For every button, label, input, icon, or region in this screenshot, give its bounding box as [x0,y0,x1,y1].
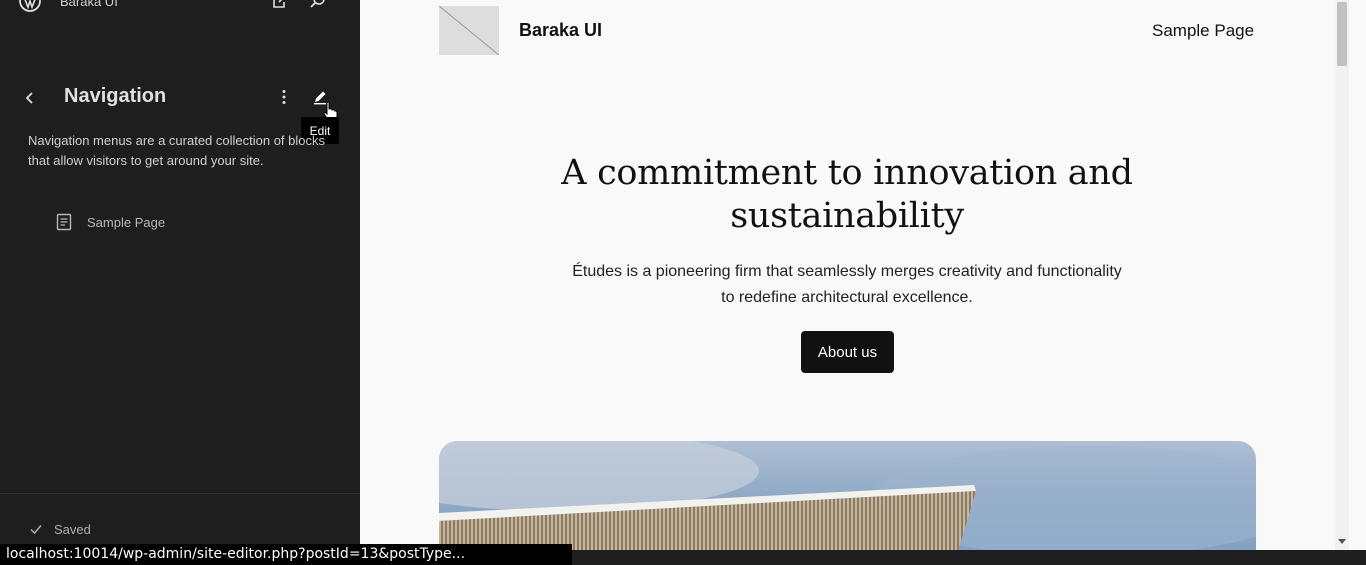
more-options-button[interactable] [272,85,296,109]
chevron-left-icon [25,92,33,104]
hero-text: Études is a pioneering firm that seamles… [572,263,1122,306]
canvas-margin [1349,0,1366,550]
sidebar-item-sample-page[interactable]: Sample Page [46,206,326,238]
save-status-label: Saved [54,521,91,537]
page-title: Navigation [64,85,167,107]
save-status: Saved [28,521,91,537]
sidebar-item-label: Sample Page [87,214,166,230]
site-title[interactable]: Baraka UI [519,20,602,41]
building-image [439,441,1256,550]
placeholder-icon [439,6,499,55]
scrollbar-thumb[interactable] [1337,2,1347,66]
site-editor: Baraka UI Navigation Edit Navigation men… [0,0,1366,565]
navigation-description: Navigation menus are a curated collectio… [28,133,325,168]
page-icon [56,213,72,231]
canvas-scrollbar[interactable] [1335,0,1349,550]
site-name: Baraka UI [60,0,118,9]
browser-status-bar: localhost:10014/wp-admin/site-editor.php… [0,544,572,565]
external-link-icon[interactable] [270,0,290,11]
menu-item-sample-page[interactable]: Sample Page [1152,21,1254,41]
hero-heading: A commitment to innovation and sustainab… [561,153,1133,236]
more-vertical-icon [282,90,286,104]
site-preview-canvas[interactable]: Baraka UI Sample Page A commitment to in… [360,0,1335,550]
navigation-sidebar: Baraka UI Navigation Edit Navigation men… [0,0,360,565]
hero-image [439,441,1256,550]
check-icon [30,525,42,535]
back-button[interactable] [18,86,42,110]
site-logo-placeholder[interactable] [439,6,499,55]
wordpress-logo-icon[interactable] [19,0,41,12]
scroll-down-arrow-icon[interactable] [1338,537,1346,545]
divider [0,493,360,494]
search-icon[interactable] [308,0,328,11]
about-us-button[interactable]: About us [801,331,894,373]
bottom-strip [572,550,1366,565]
